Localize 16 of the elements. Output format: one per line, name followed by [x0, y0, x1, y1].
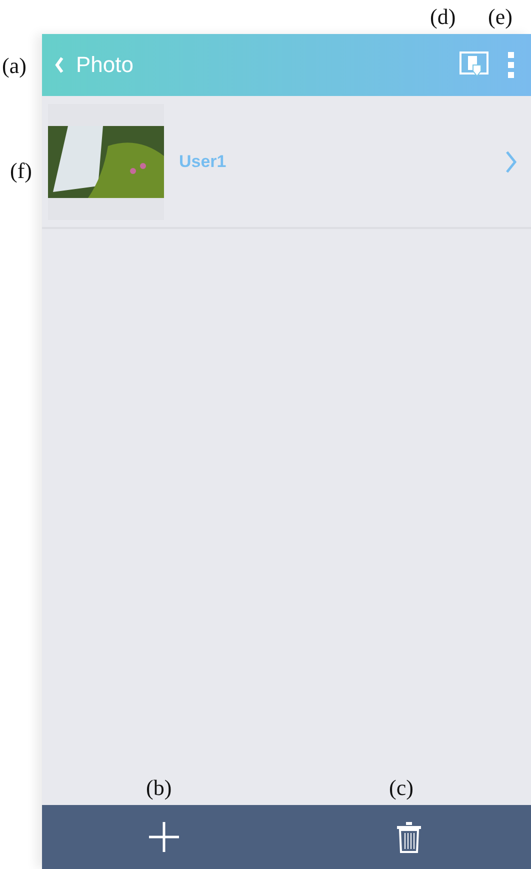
- callout-label: (b): [146, 777, 172, 799]
- callout-label: (c): [389, 777, 414, 799]
- callout-label: (a): [2, 55, 26, 77]
- callout-label: (f): [10, 160, 32, 182]
- user-name: User1: [179, 152, 228, 172]
- callout-label: (d): [430, 6, 456, 28]
- chevron-right-icon: [505, 150, 517, 174]
- back-button[interactable]: Photo: [54, 52, 134, 78]
- plus-icon: [148, 821, 180, 853]
- user-row[interactable]: User1: [42, 96, 531, 229]
- document-arrow-icon: [459, 51, 489, 79]
- trash-icon: [396, 822, 422, 852]
- back-chevron-icon: [54, 56, 64, 74]
- callout-label: (e): [488, 6, 512, 28]
- screen-title: Photo: [76, 52, 134, 78]
- vertical-dots-icon: [507, 52, 515, 78]
